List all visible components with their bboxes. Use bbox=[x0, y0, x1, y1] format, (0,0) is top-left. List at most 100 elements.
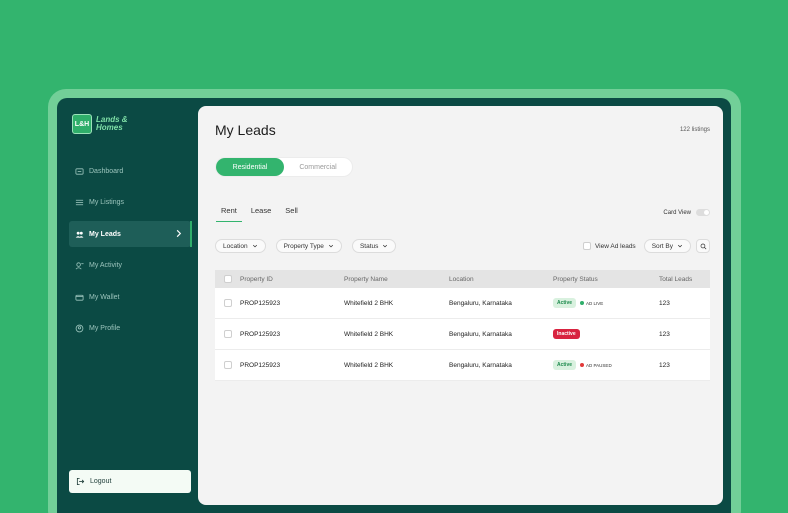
sidebar-item-label: Dashboard bbox=[89, 167, 124, 175]
property-id-cell: PROP125923 bbox=[240, 330, 281, 338]
chevron-down-icon bbox=[328, 244, 333, 248]
property-status-cell: Inactive bbox=[553, 329, 659, 339]
activity-icon bbox=[75, 262, 84, 270]
sidebar-item-my-wallet[interactable]: My Wallet bbox=[69, 284, 191, 310]
logout-icon bbox=[76, 477, 85, 486]
status-filter-label: Status bbox=[359, 242, 379, 250]
profile-icon bbox=[75, 324, 84, 333]
sidebar-item-dashboard[interactable]: Dashboard bbox=[69, 158, 191, 184]
row-select-cell bbox=[215, 330, 240, 338]
brand-logo[interactable]: L&H Lands & Homes bbox=[72, 114, 136, 134]
segment-residential[interactable]: Residential bbox=[216, 158, 284, 176]
logout-label: Logout bbox=[90, 478, 112, 485]
column-header[interactable]: Property ID bbox=[240, 276, 344, 283]
ad-paused-dot bbox=[580, 363, 585, 367]
list-icon bbox=[75, 199, 84, 206]
location-filter[interactable]: Location bbox=[215, 239, 266, 253]
segment-commercial[interactable]: Commercial bbox=[284, 158, 352, 176]
row-checkbox[interactable] bbox=[223, 330, 232, 338]
select-all-checkbox[interactable] bbox=[223, 275, 232, 283]
sidebar-nav: Dashboard My Listings My Leads My Activi… bbox=[69, 158, 192, 347]
ad-status: AD LIVE bbox=[580, 301, 603, 306]
sidebar-item-my-leads[interactable]: My Leads bbox=[69, 221, 192, 247]
row-checkbox[interactable] bbox=[223, 299, 232, 307]
card-view-control: Card View bbox=[663, 209, 710, 216]
sidebar-item-my-activity[interactable]: My Activity bbox=[69, 253, 191, 279]
total-leads-cell: 123 bbox=[659, 361, 670, 369]
dashboard-icon bbox=[75, 167, 84, 175]
property-status-cell: Active AD LIVE bbox=[553, 298, 659, 308]
listing-count: 122 listings bbox=[679, 127, 710, 133]
column-header[interactable]: Property Name bbox=[344, 276, 449, 283]
main-panel: My Leads 122 listings Residential Commer… bbox=[198, 106, 723, 505]
table-header: Property ID Property Name Location Prope… bbox=[215, 270, 710, 288]
property-type-filter-label: Property Type bbox=[283, 242, 324, 250]
location-cell: Bengaluru, Karnataka bbox=[449, 330, 512, 338]
property-id-cell: PROP125923 bbox=[240, 361, 281, 369]
column-header[interactable]: Property Status bbox=[553, 276, 659, 283]
logo-text: Lands & Homes bbox=[96, 116, 136, 132]
tab-lease[interactable]: Lease bbox=[246, 206, 276, 222]
view-ad-leads-checkbox[interactable] bbox=[582, 242, 591, 250]
ad-status: AD PAUSED bbox=[580, 363, 612, 368]
chevron-right-icon bbox=[176, 229, 182, 238]
property-id-cell: PROP125923 bbox=[240, 299, 281, 307]
tab-rent[interactable]: Rent bbox=[216, 206, 242, 222]
status-badge: Active bbox=[553, 298, 577, 308]
select-all-cell bbox=[215, 275, 240, 283]
sort-by-label: Sort By bbox=[651, 242, 673, 250]
table-row[interactable]: PROP125923 Whitefield 2 BHK Bengaluru, K… bbox=[215, 288, 710, 319]
property-name-cell: Whitefield 2 BHK bbox=[344, 361, 394, 369]
card-view-toggle[interactable] bbox=[696, 209, 710, 216]
app-window: L&H Lands & Homes Dashboard My Listings … bbox=[57, 98, 731, 513]
column-header[interactable]: Total Leads bbox=[659, 276, 709, 283]
table-controls: View Ad leads Sort By bbox=[582, 239, 710, 253]
table-row[interactable]: PROP125923 Whitefield 2 BHK Bengaluru, K… bbox=[215, 319, 710, 350]
card-view-label: Card View bbox=[663, 209, 691, 216]
view-ad-leads: View Ad leads bbox=[582, 242, 636, 250]
row-select-cell bbox=[215, 299, 240, 307]
row-select-cell bbox=[215, 361, 240, 369]
total-leads-cell: 123 bbox=[659, 330, 670, 338]
sort-by-dropdown[interactable]: Sort By bbox=[643, 239, 691, 253]
table-row[interactable]: PROP125923 Whitefield 2 BHK Bengaluru, K… bbox=[215, 350, 710, 381]
status-badge: Active bbox=[553, 360, 577, 370]
leads-table: Property ID Property Name Location Prope… bbox=[215, 270, 710, 381]
logo-line-2: Homes bbox=[96, 123, 123, 132]
sidebar-item-label: My Listings bbox=[89, 199, 125, 206]
listing-type-tabs: Rent Lease Sell bbox=[216, 206, 307, 222]
chevron-down-icon bbox=[677, 244, 683, 248]
status-filter[interactable]: Status bbox=[351, 239, 397, 253]
wallet-icon bbox=[75, 294, 84, 301]
filter-bar: Location Property Type Status bbox=[215, 239, 397, 253]
sidebar-item-label: My Wallet bbox=[89, 293, 120, 301]
sidebar-item-my-profile[interactable]: My Profile bbox=[69, 316, 191, 342]
sidebar-item-label: My Leads bbox=[89, 230, 121, 238]
search-icon bbox=[700, 243, 706, 249]
property-category-toggle: Residential Commercial bbox=[216, 158, 352, 176]
status-badge: Inactive bbox=[553, 329, 580, 339]
total-leads-cell: 123 bbox=[659, 299, 670, 307]
search-button[interactable] bbox=[696, 239, 710, 253]
column-header[interactable]: Location bbox=[449, 276, 553, 283]
sidebar-item-label: My Activity bbox=[89, 262, 123, 269]
logout-button[interactable]: Logout bbox=[69, 470, 191, 493]
property-name-cell: Whitefield 2 BHK bbox=[344, 299, 394, 307]
users-icon bbox=[75, 231, 84, 238]
property-status-cell: Active AD PAUSED bbox=[553, 360, 659, 370]
row-checkbox[interactable] bbox=[223, 361, 232, 369]
view-ad-leads-label: View Ad leads bbox=[594, 242, 636, 250]
sidebar-item-label: My Profile bbox=[89, 325, 121, 332]
property-name-cell: Whitefield 2 BHK bbox=[344, 330, 394, 338]
location-cell: Bengaluru, Karnataka bbox=[449, 361, 512, 369]
ad-status-label: AD PAUSED bbox=[586, 362, 612, 368]
ad-status-label: AD LIVE bbox=[586, 300, 604, 306]
tab-sell[interactable]: Sell bbox=[280, 206, 303, 222]
chevron-down-icon bbox=[252, 244, 257, 248]
location-cell: Bengaluru, Karnataka bbox=[449, 299, 512, 307]
sidebar-item-my-listings[interactable]: My Listings bbox=[69, 190, 191, 216]
location-filter-label: Location bbox=[223, 242, 248, 250]
property-type-filter[interactable]: Property Type bbox=[275, 239, 342, 253]
ad-live-dot bbox=[580, 301, 585, 305]
chevron-down-icon bbox=[383, 244, 388, 248]
